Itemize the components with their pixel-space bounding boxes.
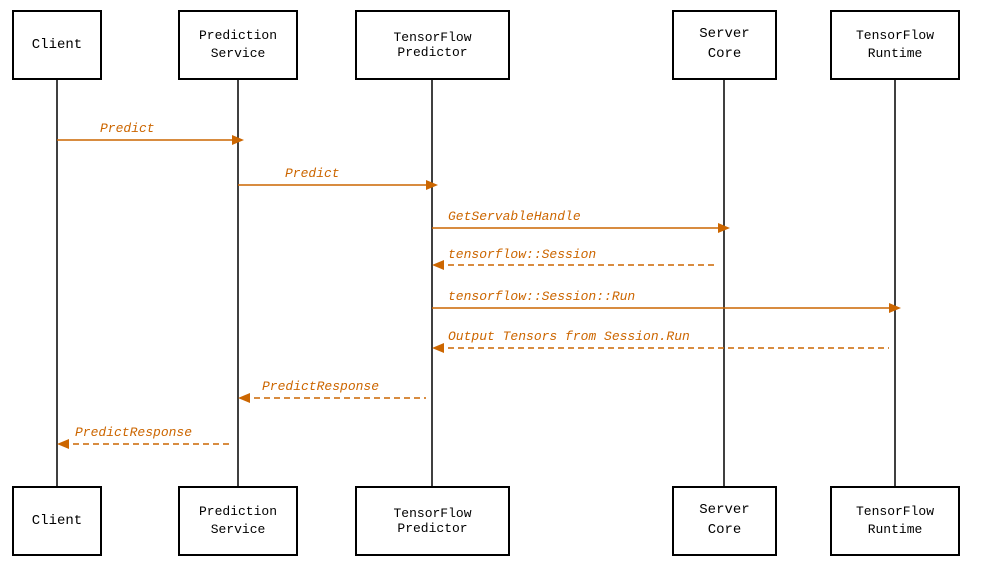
client-bottom-box: Client [12,486,102,556]
sequence-diagram: Predict Predict GetServableHandle tensor… [0,0,984,567]
server-core-bottom-box: ServerCore [672,486,777,556]
client-top-box: Client [12,10,102,80]
svg-text:tensorflow::Session: tensorflow::Session [448,247,596,262]
svg-text:PredictResponse: PredictResponse [262,379,379,394]
server-core-top-box: ServerCore [672,10,777,80]
svg-text:tensorflow::Session::Run: tensorflow::Session::Run [448,289,635,304]
svg-text:Predict: Predict [285,166,340,181]
svg-text:Output Tensors from Session.Ru: Output Tensors from Session.Run [448,329,690,344]
svg-text:PredictResponse: PredictResponse [75,425,192,440]
svg-text:Predict: Predict [100,121,155,136]
tensorflow-predictor-top-box: TensorFlow Predictor [355,10,510,80]
prediction-service-bottom-box: PredictionService [178,486,298,556]
arrows-svg: Predict Predict GetServableHandle tensor… [0,0,984,567]
tensorflow-runtime-top-box: TensorFlowRuntime [830,10,960,80]
svg-text:GetServableHandle: GetServableHandle [448,209,581,224]
prediction-service-top-box: PredictionService [178,10,298,80]
tensorflow-predictor-bottom-box: TensorFlow Predictor [355,486,510,556]
tensorflow-runtime-bottom-box: TensorFlowRuntime [830,486,960,556]
